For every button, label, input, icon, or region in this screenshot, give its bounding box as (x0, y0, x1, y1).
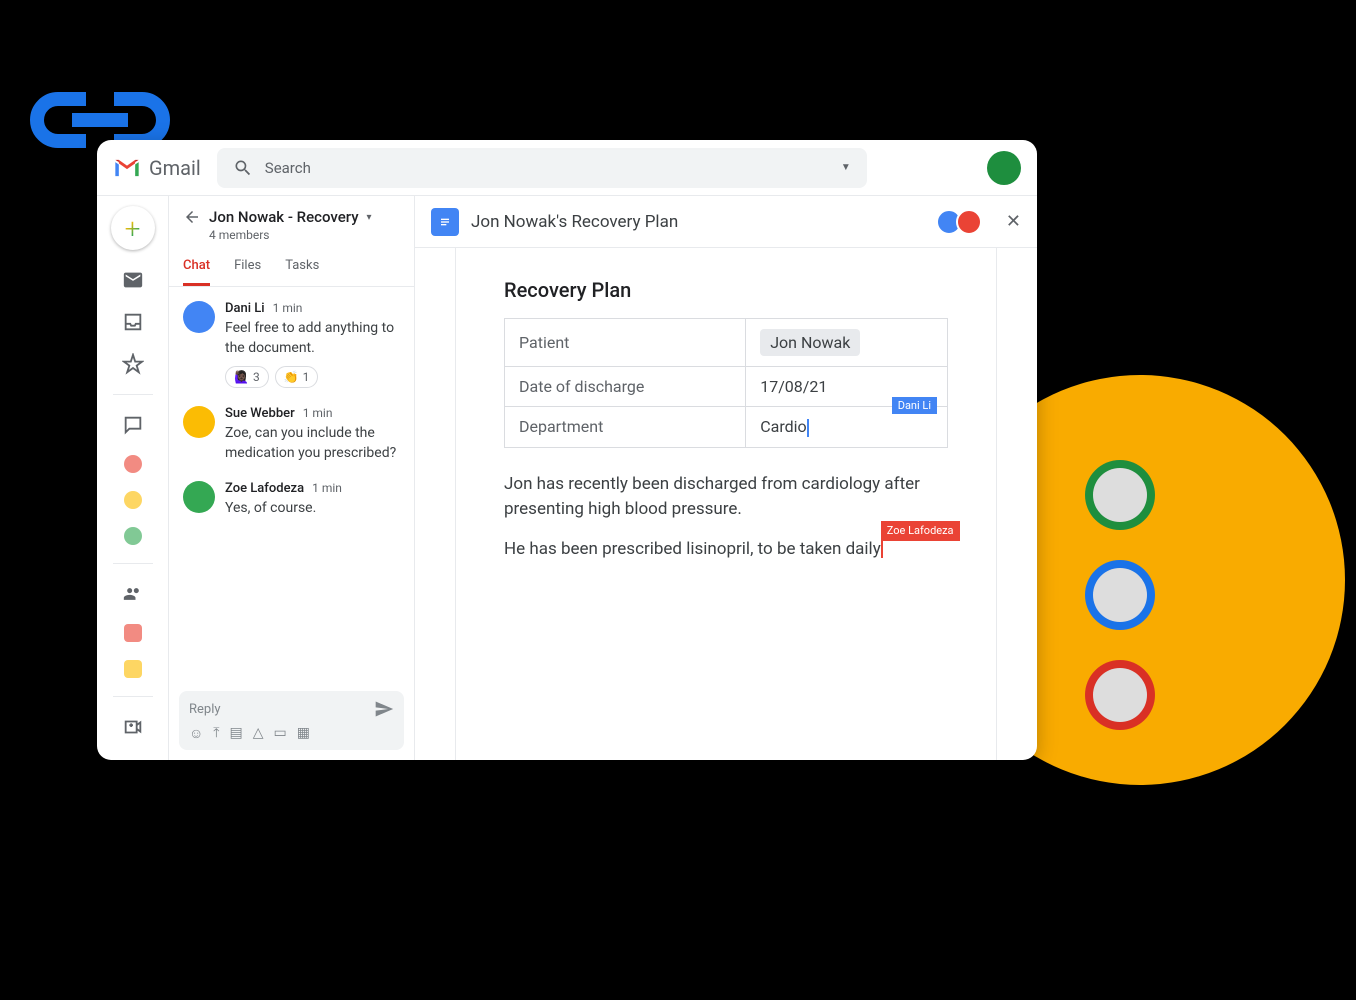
calendar-icon[interactable]: ▦ (297, 725, 310, 742)
search-box[interactable]: Search ▼ (217, 148, 867, 188)
logo-area[interactable]: Gmail (113, 154, 201, 182)
meet-icon[interactable] (121, 715, 145, 739)
rail-chat-contact-3[interactable] (124, 527, 142, 545)
rail-chat-contact-2[interactable] (124, 491, 142, 509)
gmail-icon (113, 154, 141, 182)
table-cell-label: Department (505, 407, 746, 448)
reply-box[interactable]: Reply ☺ ⤒ ▤ △ ▭ ▦ (179, 691, 404, 750)
msg-time: 1 min (303, 406, 333, 420)
table-cell-label: Patient (505, 319, 746, 367)
chat-message: Sue Webber 1 min Zoe, can you include the… (183, 406, 400, 463)
float-avatar-3 (1085, 660, 1155, 730)
collaborators (936, 209, 982, 235)
table-cell-value: Jon Nowak (746, 319, 948, 367)
rail-space-1[interactable] (124, 624, 142, 642)
tab-files[interactable]: Files (234, 258, 261, 286)
collab-cursor-tag: Zoe Lafodeza (881, 521, 960, 542)
chat-header: Jon Nowak - Recovery ▾ 4 members (169, 196, 414, 248)
document-paragraph-editing: He has been prescribed lisinopril, to be… (504, 537, 948, 563)
avatar[interactable] (183, 301, 215, 333)
rail-chat-contact-1[interactable] (124, 455, 142, 473)
document-paragraph: Jon has recently been discharged from ca… (504, 472, 948, 523)
chat-messages: Dani Li 1 min Feel free to add anything t… (169, 287, 414, 691)
rail-space-2[interactable] (124, 660, 142, 678)
body: + Jon Nowak - Recovery ▾ (97, 196, 1037, 760)
rail-divider (113, 394, 153, 395)
table-row: Patient Jon Nowak (505, 319, 948, 367)
msg-author: Dani Li (225, 301, 265, 316)
docs-attach-icon[interactable]: ▤ (230, 725, 243, 742)
chat-panel: Jon Nowak - Recovery ▾ 4 members Chat Fi… (169, 196, 415, 760)
document-table: Patient Jon Nowak Date of discharge 17/0… (504, 318, 948, 448)
plus-icon: + (125, 212, 141, 245)
msg-time: 1 min (312, 481, 342, 495)
collab-cursor (807, 419, 809, 437)
document-content[interactable]: Recovery Plan Patient Jon Nowak Date of … (455, 248, 997, 760)
emoji-icon[interactable]: ☺ (189, 725, 203, 742)
gmail-brand-text: Gmail (149, 156, 201, 180)
chat-icon[interactable] (121, 413, 145, 437)
avatar[interactable] (183, 481, 215, 513)
drive-icon[interactable]: △ (253, 725, 264, 742)
chat-dropdown-caret-icon[interactable]: ▾ (367, 212, 372, 223)
float-avatar-1 (1085, 460, 1155, 530)
document-panel: Jon Nowak's Recovery Plan ✕ Recovery Pla… (415, 196, 1037, 760)
send-icon[interactable] (374, 699, 394, 719)
table-row: Date of discharge 17/08/21 (505, 367, 948, 407)
chat-message: Dani Li 1 min Feel free to add anything t… (183, 301, 400, 388)
left-rail: + (97, 196, 169, 760)
search-icon (233, 158, 253, 178)
google-docs-icon (431, 208, 459, 236)
search-options-caret-icon[interactable]: ▼ (841, 162, 851, 173)
chat-tabs: Chat Files Tasks (169, 248, 414, 287)
avatar[interactable] (183, 406, 215, 438)
document-header: Jon Nowak's Recovery Plan ✕ (415, 196, 1037, 248)
msg-author: Sue Webber (225, 406, 295, 421)
table-cell-value: Cardio Dani Li (746, 407, 948, 448)
gmail-window: Gmail Search ▼ + (97, 140, 1037, 760)
collab-cursor (881, 540, 883, 558)
compose-button[interactable]: + (111, 206, 155, 250)
reaction-chip[interactable]: 👏1 (275, 366, 319, 388)
spaces-icon[interactable] (121, 582, 145, 606)
rail-divider-2 (113, 563, 153, 564)
msg-time: 1 min (273, 301, 303, 315)
inbox-icon[interactable] (121, 310, 145, 334)
close-icon[interactable]: ✕ (1006, 211, 1021, 232)
msg-text: Yes, of course. (225, 499, 400, 519)
chat-member-count: 4 members (209, 228, 400, 242)
rail-divider-3 (113, 696, 153, 697)
reaction-chip[interactable]: 🙋🏿‍♀️3 (225, 366, 269, 388)
table-row: Department Cardio Dani Li (505, 407, 948, 448)
profile-avatar[interactable] (987, 151, 1021, 185)
collab-cursor-tag: Dani Li (892, 397, 937, 414)
collaborator-avatar[interactable] (956, 209, 982, 235)
tab-tasks[interactable]: Tasks (285, 258, 319, 286)
video-icon[interactable]: ▭ (274, 725, 287, 742)
float-avatar-2 (1085, 560, 1155, 630)
msg-author: Zoe Lafodeza (225, 481, 304, 496)
tab-chat[interactable]: Chat (183, 258, 210, 286)
star-icon[interactable] (121, 352, 145, 376)
reply-placeholder: Reply (189, 702, 221, 717)
mail-icon[interactable] (121, 268, 145, 292)
chat-message: Zoe Lafodeza 1 min Yes, of course. (183, 481, 400, 519)
table-cell-label: Date of discharge (505, 367, 746, 407)
chat-room-title[interactable]: Jon Nowak - Recovery (209, 208, 359, 226)
topbar: Gmail Search ▼ (97, 140, 1037, 196)
upload-icon[interactable]: ⤒ (213, 725, 219, 742)
msg-text: Feel free to add anything to the documen… (225, 319, 400, 358)
search-placeholder: Search (265, 159, 829, 177)
msg-text: Zoe, can you include the medication you … (225, 424, 400, 463)
back-arrow-icon[interactable] (183, 208, 201, 226)
document-title: Jon Nowak's Recovery Plan (471, 212, 924, 232)
document-heading: Recovery Plan (504, 278, 948, 302)
